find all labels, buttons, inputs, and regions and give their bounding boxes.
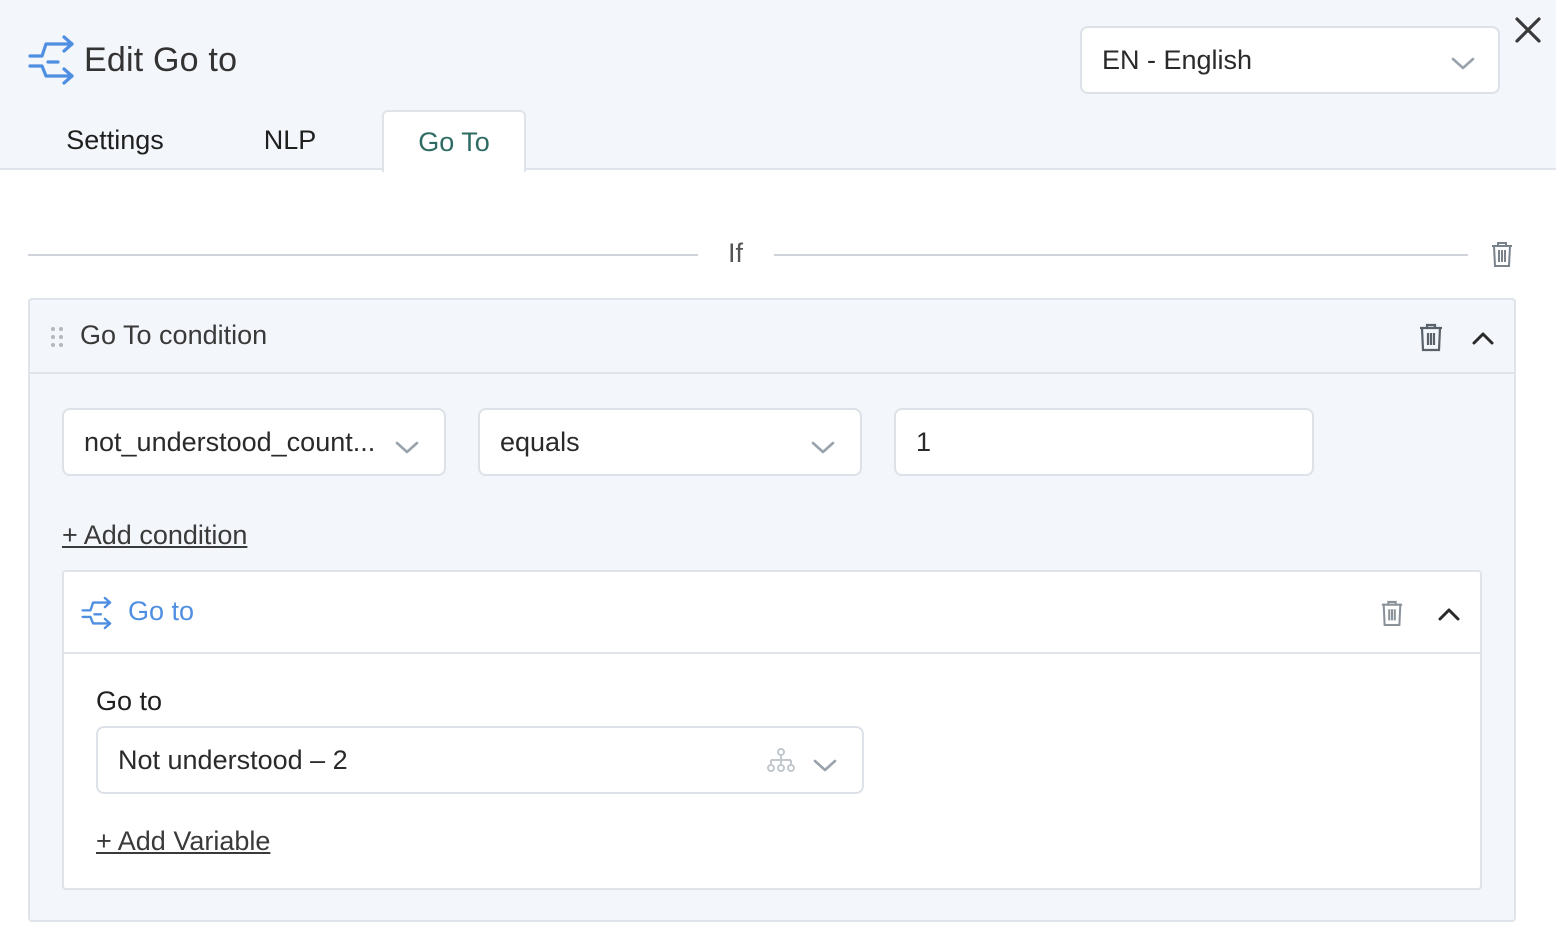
trash-icon[interactable] xyxy=(1418,322,1444,352)
if-divider: If xyxy=(28,230,1518,280)
tab-nlp[interactable]: NLP xyxy=(240,110,340,170)
goto-card: Go to Go to Not understood – 2 + Add Var… xyxy=(62,570,1482,890)
chevron-down-icon xyxy=(812,752,838,772)
tab-go-to[interactable]: Go To xyxy=(382,110,526,172)
modal-title: Edit Go to xyxy=(84,40,238,79)
chevron-up-icon[interactable] xyxy=(1436,604,1462,624)
drag-handle-icon[interactable] xyxy=(50,326,64,348)
goto-card-title: Go to xyxy=(128,596,195,626)
divider-line xyxy=(28,254,698,256)
trash-icon[interactable] xyxy=(1490,240,1514,268)
if-label: If xyxy=(728,238,744,268)
chevron-down-icon xyxy=(394,434,420,454)
language-select-value: EN - English xyxy=(1102,44,1253,75)
condition-value-text: 1 xyxy=(916,426,932,457)
flow-tree-icon[interactable] xyxy=(766,748,796,774)
chevron-down-icon xyxy=(810,434,836,454)
chevron-down-icon xyxy=(1450,50,1476,72)
goto-card-header: Go to xyxy=(64,572,1480,654)
condition-operator-value: equals xyxy=(500,426,580,457)
tab-settings[interactable]: Settings xyxy=(40,110,190,170)
chevron-up-icon[interactable] xyxy=(1470,328,1496,348)
condition-variable-value: not_understood_count... xyxy=(84,426,376,457)
trash-icon[interactable] xyxy=(1380,598,1404,628)
modal-title-group: Edit Go to xyxy=(28,34,237,86)
goto-field-label: Go to xyxy=(96,686,163,716)
language-select[interactable]: EN - English xyxy=(1080,26,1500,94)
condition-title: Go To condition xyxy=(80,320,268,350)
add-condition-link[interactable]: + Add condition xyxy=(62,520,247,551)
goto-arrows-icon xyxy=(28,34,76,86)
goto-arrows-icon xyxy=(80,596,114,630)
condition-card: Go To condition not_understood_count... … xyxy=(28,298,1516,922)
condition-card-header: Go To condition xyxy=(30,300,1514,374)
condition-variable-select[interactable]: not_understood_count... xyxy=(62,408,446,476)
close-icon[interactable] xyxy=(1512,14,1544,46)
divider-line xyxy=(774,254,1468,256)
add-variable-link[interactable]: + Add Variable xyxy=(96,826,270,857)
condition-operator-select[interactable]: equals xyxy=(478,408,862,476)
goto-target-value: Not understood – 2 xyxy=(118,744,348,775)
condition-value-input[interactable]: 1 xyxy=(894,408,1314,476)
modal-header: Edit Go to EN - English Settings NLP Go … xyxy=(0,0,1556,172)
goto-target-select[interactable]: Not understood – 2 xyxy=(96,726,864,794)
